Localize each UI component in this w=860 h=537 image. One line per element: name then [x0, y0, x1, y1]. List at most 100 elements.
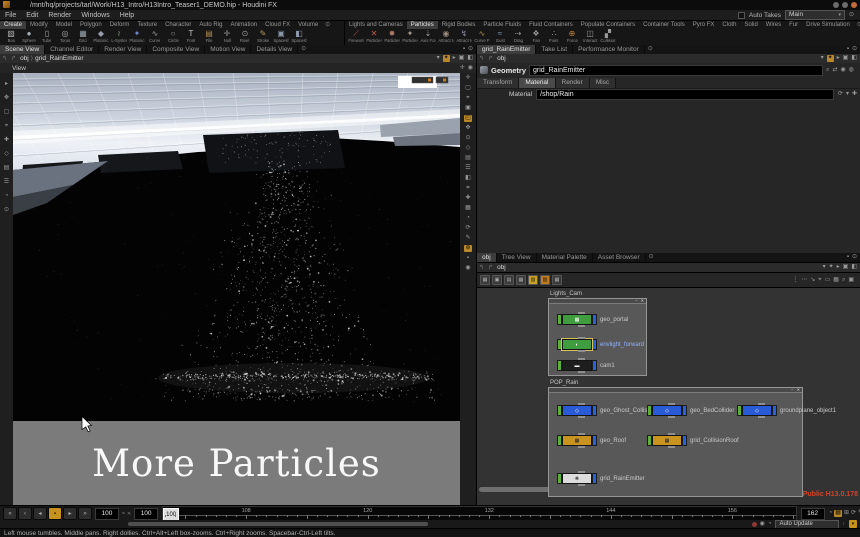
split-icon[interactable]: ◧: [851, 264, 857, 271]
network-display-icon[interactable]: ▣: [492, 275, 502, 285]
shelf-tool-attract-to[interactable]: ◉Attract to: [437, 29, 455, 44]
tab-composite-view[interactable]: Composite View: [147, 45, 205, 54]
tab-asset-browser[interactable]: Asset Browser: [593, 253, 646, 262]
view-tab[interactable]: View: [12, 65, 26, 72]
shelf-tool-axis-force[interactable]: ⇣Axis Force: [419, 29, 437, 44]
shelf-tab-solid[interactable]: Solid: [740, 21, 761, 29]
shelf-tool-box[interactable]: ▧Box: [2, 29, 20, 44]
viewport-tool-icon[interactable]: ✥: [465, 125, 470, 132]
dropdown-icon[interactable]: ▾: [846, 91, 849, 98]
forward-arrow-icon[interactable]: ↱: [11, 55, 16, 62]
shelf-tool-platonic[interactable]: ◆Platonic: [92, 29, 110, 44]
back-arrow-icon[interactable]: ↰: [2, 55, 7, 62]
node-input-stub[interactable]: [578, 337, 585, 339]
window-controls[interactable]: [833, 2, 857, 8]
viewport-tool-icon[interactable]: ⌖: [5, 123, 8, 130]
node-input-stub[interactable]: [578, 471, 585, 473]
viewport-tool-icon[interactable]: ⊙: [4, 207, 9, 214]
node-input-stub[interactable]: [668, 403, 675, 405]
node-cam1[interactable]: ▬cam1: [557, 361, 615, 370]
viewport-canvas[interactable]: More Particles: [13, 73, 460, 505]
viewport-tool-icon[interactable]: ⟳: [465, 225, 470, 232]
pane-menu-icon[interactable]: ⊙: [468, 46, 473, 53]
node-display-flag[interactable]: [592, 473, 597, 484]
maximize-pane-icon[interactable]: ▪: [463, 46, 465, 53]
node-display-flag[interactable]: [682, 435, 687, 446]
shelf-tab-particle-fluids[interactable]: Particle Fluids: [479, 21, 525, 29]
path-node[interactable]: grid_RainEmitter: [35, 55, 83, 62]
viewport-tool-icon[interactable]: ⌖: [466, 95, 469, 102]
maximize-pane-icon[interactable]: ▪: [847, 254, 849, 261]
tab-render-view[interactable]: Render View: [99, 45, 147, 54]
world-icon[interactable]: ◍: [849, 67, 854, 74]
shelf-tab-drive-simulation[interactable]: Drive Simulation: [802, 21, 854, 29]
shelf-tab-lights-and-cameras[interactable]: Lights and Cameras: [345, 21, 407, 29]
node-body[interactable]: ◐: [562, 339, 592, 350]
node-body[interactable]: ▦: [562, 314, 592, 325]
viewport-tool-icon[interactable]: ⌗: [466, 185, 469, 192]
node-output-stub[interactable]: [668, 446, 675, 448]
path-root[interactable]: obj: [20, 55, 29, 62]
network-display-icon[interactable]: ▦: [480, 275, 490, 285]
shelf-tool-force[interactable]: ⊕Force: [563, 29, 581, 44]
play-reverse-button[interactable]: ◂: [33, 507, 47, 520]
compare-icon[interactable]: ⇄: [832, 67, 837, 74]
shelf-tab-model[interactable]: Model: [52, 21, 76, 29]
toolbar-icon[interactable]: ▦: [833, 277, 839, 284]
shelf-tool-drag[interactable]: ⇢Drag: [509, 29, 527, 44]
node-geo-roof[interactable]: ▦geo_Roof: [557, 436, 626, 445]
viewport-tool-icon[interactable]: ▸: [5, 81, 8, 88]
pin-icon[interactable]: ✦: [829, 264, 834, 271]
shelf-tool-interact[interactable]: ◫Interact: [581, 29, 599, 44]
spinner-icon[interactable]: ↕: [843, 521, 846, 527]
takes-menu-icon[interactable]: ⊙: [849, 12, 854, 19]
node-output-stub[interactable]: [578, 416, 585, 418]
sim-cache-icon[interactable]: ◔: [768, 521, 772, 528]
shelf-tool-curve[interactable]: ∿Curve: [146, 29, 164, 44]
prev-frame-button[interactable]: ‹: [18, 507, 32, 520]
global-range-icon[interactable]: ⊞: [844, 510, 849, 517]
viewport-tool-icon[interactable]: ⊕: [464, 245, 471, 252]
split-icon[interactable]: ◧: [467, 55, 473, 62]
stop-button[interactable]: ▪: [48, 507, 62, 520]
forward-arrow-icon[interactable]: ↱: [488, 264, 493, 271]
audio-icon[interactable]: ◉: [760, 521, 765, 528]
help-icon[interactable]: ◉: [841, 67, 846, 74]
pane-divider[interactable]: [476, 45, 477, 505]
range-clear-icon[interactable]: ✕: [127, 511, 131, 517]
box-minimize-close-icons[interactable]: − ✕: [791, 387, 801, 392]
dropdown-icon[interactable]: ▾: [437, 55, 440, 62]
menu-file[interactable]: File: [0, 12, 21, 19]
jump-end-button[interactable]: »: [78, 507, 92, 520]
viewport-tool-icon[interactable]: ☰: [4, 179, 9, 186]
shelf-tab-particles[interactable]: Particles: [407, 21, 438, 29]
record-icon[interactable]: [752, 522, 757, 527]
shelf-tab-container-tools[interactable]: Container Tools: [639, 21, 689, 29]
shelf-tool-l-system[interactable]: ≀L-System: [110, 29, 128, 44]
node-geo-portal[interactable]: ▦geo_portal: [557, 315, 628, 324]
maximize-button[interactable]: [842, 2, 848, 8]
parm-tab-transform[interactable]: Transform: [477, 78, 519, 88]
shelf-tab-populate-containers[interactable]: Populate Containers: [577, 21, 639, 29]
menu-edit[interactable]: Edit: [21, 12, 43, 19]
gear-icon[interactable]: ⊙: [649, 253, 654, 262]
shelf-tab-wires[interactable]: Wires: [762, 21, 785, 29]
tab-details-view[interactable]: Details View: [251, 45, 298, 54]
node-input-stub[interactable]: [578, 358, 585, 360]
parm-tab-misc[interactable]: Misc: [590, 78, 616, 88]
viewport-tool-icon[interactable]: ◇: [466, 145, 471, 152]
back-arrow-icon[interactable]: ↰: [479, 55, 484, 62]
network-display-icon[interactable]: ▦: [552, 275, 562, 285]
node-output-stub[interactable]: [578, 446, 585, 448]
layout-icon[interactable]: ▣: [459, 55, 465, 62]
node-display-flag[interactable]: [592, 405, 597, 416]
node-body[interactable]: ◇: [562, 405, 592, 416]
node-envlight-forward[interactable]: ◐envlight_forward: [557, 340, 644, 349]
viewport-tool-icon[interactable]: ◉: [465, 265, 470, 272]
toolbar-icon[interactable]: ⋯: [801, 277, 807, 284]
toolbar-icon[interactable]: ▭: [825, 277, 831, 284]
shelf-tool-platonic-s[interactable]: ✦Platonic S: [128, 29, 146, 44]
timeline-ruler[interactable]: 100 108120132144156: [162, 506, 796, 521]
viewport-tool-icon[interactable]: ▢: [4, 109, 10, 116]
node-name-field[interactable]: grid_RainEmitter: [529, 65, 823, 76]
